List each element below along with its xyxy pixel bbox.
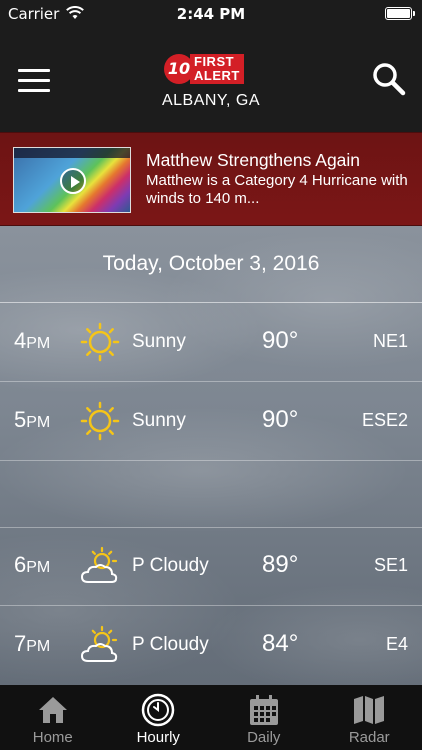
wind-label: ESE2 xyxy=(361,410,408,430)
wind-label: E4 xyxy=(385,634,408,654)
logo-line1: FIRST xyxy=(194,54,235,69)
tab-label: Home xyxy=(32,729,73,746)
app-header: 10 FIRST ALERT ALBANY, GA xyxy=(0,28,422,132)
clock-time: 2:44 PM xyxy=(176,5,246,23)
news-headline: Matthew Strengthens Again xyxy=(146,150,361,170)
hour-label: 4PM xyxy=(14,328,51,353)
partly-cloudy-icon xyxy=(80,546,120,586)
tab-radar[interactable]: Radar xyxy=(317,685,422,750)
search-icon[interactable] xyxy=(372,62,406,96)
wind-label: NE1 xyxy=(372,331,408,351)
condition-label: Sunny xyxy=(132,331,186,352)
sun-icon xyxy=(80,322,120,362)
news-banner[interactable]: Matthew Strengthens Again Matthew is a C… xyxy=(0,132,422,226)
sun-icon xyxy=(80,401,120,441)
hourly-row[interactable]: 5PM Sunny 90° ESE2 xyxy=(0,383,422,461)
partly-cloudy-icon xyxy=(80,625,120,665)
bottom-tab-bar: Home Hourly Daily Radar xyxy=(0,685,422,750)
news-video-thumbnail[interactable] xyxy=(13,147,131,213)
map-icon xyxy=(352,693,386,727)
temperature-label: 84° xyxy=(262,630,299,657)
tab-daily[interactable]: Daily xyxy=(211,685,317,750)
logo-brand: FIRST ALERT xyxy=(190,54,244,84)
home-icon xyxy=(36,693,70,727)
first-alert-logo: 10 FIRST ALERT xyxy=(164,54,254,84)
calendar-icon xyxy=(247,693,281,727)
hamburger-menu-icon[interactable] xyxy=(18,69,50,93)
hour-label: 7PM xyxy=(14,631,51,656)
hour-label: 5PM xyxy=(14,407,51,432)
play-icon[interactable] xyxy=(60,168,86,194)
hourly-row[interactable]: 4PM Sunny 90° NE1 xyxy=(0,304,422,382)
condition-label: Sunny xyxy=(132,410,186,431)
battery-icon xyxy=(385,7,415,20)
tab-label: Hourly xyxy=(136,729,180,746)
date-header: Today, October 3, 2016 xyxy=(0,226,422,303)
hourly-row[interactable]: 7PM P Cloudy 84° E4 xyxy=(0,607,422,685)
hour-label: 6PM xyxy=(14,552,51,577)
condition-label: P Cloudy xyxy=(132,555,209,576)
location-label: ALBANY, GA xyxy=(161,92,261,109)
hourly-row[interactable]: 6PM P Cloudy 89° SE1 xyxy=(0,528,422,606)
clock-icon xyxy=(141,693,175,727)
tab-hourly[interactable]: Hourly xyxy=(106,685,212,750)
tab-label: Radar xyxy=(348,729,390,746)
status-bar: Carrier 2:44 PM xyxy=(0,0,422,28)
news-summary: Matthew is a Category 4 Hurricane with w… xyxy=(146,172,408,207)
logo-line2: ALERT xyxy=(194,68,240,83)
condition-label: P Cloudy xyxy=(132,634,209,655)
temperature-label: 89° xyxy=(262,551,299,578)
temperature-label: 90° xyxy=(262,327,299,354)
tab-home[interactable]: Home xyxy=(0,685,106,750)
wind-label: SE1 xyxy=(373,555,408,575)
tab-label: Daily xyxy=(247,729,281,746)
temperature-label: 90° xyxy=(262,406,299,433)
